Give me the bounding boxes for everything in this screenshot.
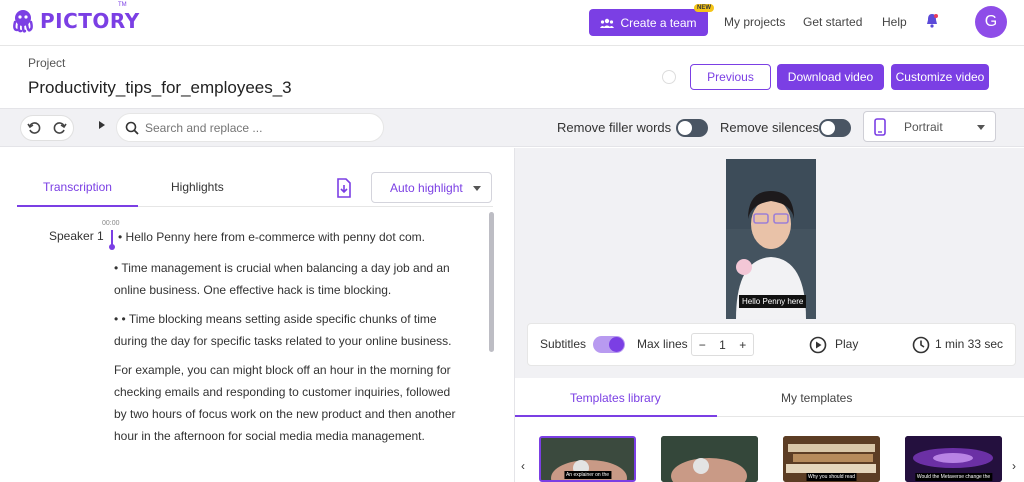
auto-highlight-dropdown[interactable]: Auto highlight: [371, 172, 492, 203]
team-icon: [600, 18, 615, 28]
transcript-paragraph[interactable]: • Time management is crucial when balanc…: [114, 257, 464, 301]
previous-button[interactable]: Previous: [690, 64, 771, 90]
clock-icon: [912, 336, 930, 354]
brand-name: PICTORY: [40, 9, 140, 33]
new-badge: NEW: [694, 4, 714, 12]
trademark: TM: [118, 2, 127, 8]
create-team-button[interactable]: Create a team: [589, 9, 708, 36]
download-video-button[interactable]: Download video: [777, 64, 884, 90]
phone-portrait-icon: [874, 117, 886, 136]
transcript-paragraph[interactable]: • • Time blocking means setting aside sp…: [114, 308, 464, 352]
active-tab-indicator: [17, 205, 138, 207]
search-icon: [125, 121, 139, 135]
transcript-scrollbar[interactable]: [489, 212, 494, 352]
decrement-button[interactable]: −: [699, 338, 706, 352]
template-thumbnail[interactable]: [661, 436, 758, 482]
transcript-fade: [0, 462, 514, 482]
max-lines-label: Max lines: [637, 337, 688, 351]
get-started-link[interactable]: Get started: [803, 15, 862, 29]
tab-my-templates[interactable]: My templates: [781, 391, 852, 405]
top-bar: PICTORY TM Create a team NEW My projects…: [0, 0, 1024, 46]
orientation-select[interactable]: Portrait: [863, 111, 996, 142]
transcript-paragraph[interactable]: • Hello Penny here from e-commerce with …: [118, 226, 468, 248]
project-title[interactable]: Productivity_tips_for_employees_3: [28, 78, 292, 98]
max-lines-value[interactable]: 1: [719, 338, 726, 352]
remove-silences-toggle[interactable]: [819, 119, 851, 137]
toggle-knob: [678, 121, 692, 135]
tab-highlights[interactable]: Highlights: [171, 180, 224, 194]
user-avatar[interactable]: G: [975, 6, 1007, 38]
chevron-down-icon: [473, 186, 481, 191]
redo-icon[interactable]: [53, 121, 67, 135]
video-duration: 1 min 33 sec: [935, 337, 1004, 351]
search-replace-box[interactable]: [116, 113, 384, 142]
chevron-left-icon[interactable]: ‹: [521, 459, 525, 473]
transcript-overflow: [114, 452, 464, 462]
create-team-label: Create a team: [620, 15, 697, 30]
template-caption: An explainer on the: [563, 471, 612, 479]
remove-filler-label: Remove filler words: [557, 120, 672, 135]
search-replace-input[interactable]: [145, 120, 345, 135]
help-link[interactable]: Help: [882, 15, 907, 29]
my-projects-link[interactable]: My projects: [724, 15, 785, 29]
customize-video-button[interactable]: Customize video: [891, 64, 989, 90]
undo-icon[interactable]: [27, 121, 41, 135]
orientation-value: Portrait: [904, 119, 943, 134]
increment-button[interactable]: +: [739, 338, 746, 352]
auto-highlight-label: Auto highlight: [390, 180, 463, 195]
tab-divider: [717, 416, 1024, 417]
subtitle-overlay: Hello Penny here: [739, 295, 807, 308]
undo-redo-group: [20, 115, 74, 141]
template-caption: Would the Metaverse change the: [914, 473, 993, 481]
active-tab-indicator: [515, 415, 717, 417]
play-button[interactable]: Play: [835, 337, 858, 351]
loading-spinner-icon: [662, 70, 676, 84]
subtitles-label: Subtitles: [540, 337, 587, 351]
speaker-label[interactable]: Speaker 1: [49, 229, 104, 243]
export-file-icon[interactable]: [336, 178, 352, 198]
chevron-down-icon: [977, 125, 985, 130]
chevron-right-icon[interactable]: ›: [1012, 459, 1016, 473]
tab-transcription[interactable]: Transcription: [43, 180, 112, 194]
remove-silences-label: Remove silences: [720, 120, 819, 135]
project-label: Project: [28, 56, 66, 70]
hand-coin-thumbnail-icon: [661, 436, 758, 482]
playhead-handle[interactable]: [109, 244, 115, 250]
remove-filler-toggle[interactable]: [676, 119, 708, 137]
template-thumbnail[interactable]: Why you should read: [783, 436, 880, 482]
bell-icon[interactable]: [924, 13, 940, 29]
toggle-knob: [821, 121, 835, 135]
pictory-logo[interactable]: PICTORY: [10, 8, 140, 34]
toggle-knob: [609, 337, 624, 352]
expand-arrow-icon[interactable]: [99, 121, 105, 129]
max-lines-stepper: − 1 +: [691, 333, 754, 356]
octopus-logo-icon: [13, 10, 33, 33]
template-thumbnail[interactable]: An explainer on the: [539, 436, 636, 482]
timestamp: 00:00: [102, 220, 120, 227]
transcript-paragraph[interactable]: For example, you can might block off an …: [114, 359, 464, 447]
template-caption: Why you should read: [806, 473, 857, 481]
subtitles-toggle[interactable]: [593, 336, 625, 353]
template-thumbnail[interactable]: Would the Metaverse change the: [905, 436, 1002, 482]
tab-templates-library[interactable]: Templates library: [570, 391, 661, 405]
play-circle-icon[interactable]: [809, 336, 827, 354]
